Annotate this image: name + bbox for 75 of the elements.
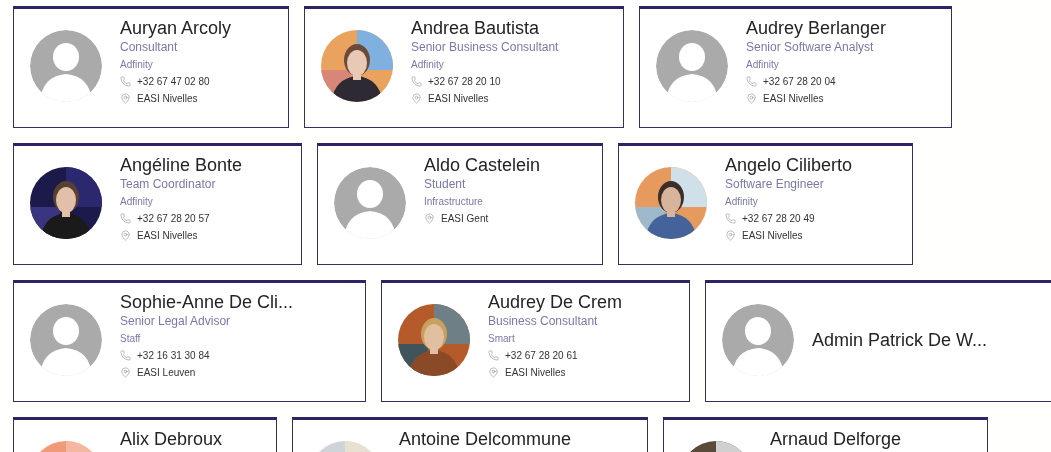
department: Adfinity xyxy=(411,58,445,72)
phone-icon xyxy=(120,350,131,361)
location-icon xyxy=(725,230,736,241)
location-icon xyxy=(120,93,131,104)
department: Adfinity xyxy=(725,195,759,209)
phone-number: +32 67 28 20 04 xyxy=(763,75,836,89)
avatar-placeholder-icon xyxy=(334,167,406,239)
job-title: Senior Legal Advisor xyxy=(120,313,232,330)
avatar-placeholder-icon xyxy=(656,30,728,102)
contact-name: Aldo Castelein xyxy=(424,154,541,176)
job-title: Business Consultant xyxy=(488,313,599,330)
contact-card[interactable]: Andrea Bautista Senior Business Consultant Adfinity +32 67 28 20 10 EASI Nivelles xyxy=(304,6,624,128)
location-icon xyxy=(488,367,499,378)
office-location: EASI Nivelles xyxy=(428,92,489,106)
phone-number: +32 67 28 20 10 xyxy=(428,75,501,89)
location-icon xyxy=(424,213,435,224)
contact-card[interactable]: Arnaud Delforge xyxy=(663,417,988,452)
phone-number: +32 67 28 20 61 xyxy=(505,349,578,363)
office-location: EASI Nivelles xyxy=(137,92,198,106)
office-location: EASI Nivelles xyxy=(137,229,198,243)
contact-name: Angéline Bonte xyxy=(120,154,243,176)
contact-name: Antoine Delcommune xyxy=(399,428,572,450)
phone-icon xyxy=(411,76,422,87)
department: Infrastructure xyxy=(424,195,484,209)
department: Staff xyxy=(120,332,142,346)
location-icon xyxy=(411,93,422,104)
contact-name: Audrey Berlanger xyxy=(746,17,887,39)
contact-card[interactable]: Sophie-Anne De Cli... Senior Legal Advisor Staff +32 16 31 30 84 EASI Leuven xyxy=(13,280,366,402)
location-icon xyxy=(120,230,131,241)
job-title: Student xyxy=(424,176,467,193)
contact-card[interactable]: Alix Debroux xyxy=(13,417,277,452)
job-title: Team Coordinator xyxy=(120,176,217,193)
office-location: EASI Gent xyxy=(441,212,489,226)
contact-card[interactable]: Admin Patrick De W... xyxy=(705,280,1051,402)
contact-name: Alix Debroux xyxy=(120,428,223,450)
avatar-placeholder-icon xyxy=(30,304,102,376)
phone-icon xyxy=(488,350,499,361)
contact-name: Arnaud Delforge xyxy=(770,428,902,450)
location-icon xyxy=(746,93,757,104)
office-location: EASI Nivelles xyxy=(505,366,566,380)
contact-card[interactable]: Antoine Delcommune xyxy=(292,417,648,452)
contact-card[interactable]: Aldo Castelein Student Infrastructure EASI Gent xyxy=(317,143,603,265)
phone-number: +32 67 47 02 80 xyxy=(137,75,210,89)
contact-card[interactable]: Audrey Berlanger Senior Software Analyst Adfinity +32 67 28 20 04 EASI Nivelles xyxy=(639,6,952,128)
phone-icon xyxy=(120,213,131,224)
avatar-placeholder-icon xyxy=(722,304,794,376)
office-location: EASI Leuven xyxy=(137,366,196,380)
contact-card[interactable]: Audrey De Crem Business Consultant Smart +32 67 28 20 61 EASI Nivelles xyxy=(381,280,690,402)
job-title: Senior Business Consultant xyxy=(411,39,559,56)
phone-icon xyxy=(725,213,736,224)
contact-name: Andrea Bautista xyxy=(411,17,541,39)
contact-name: Angelo Ciliberto xyxy=(725,154,853,176)
office-location: EASI Nivelles xyxy=(742,229,803,243)
contact-name: Auryan Arcoly xyxy=(120,17,232,39)
contact-name: Sophie-Anne De Cli... xyxy=(120,291,294,313)
contact-name: Audrey De Crem xyxy=(488,291,623,313)
phone-icon xyxy=(746,76,757,87)
contact-card[interactable]: Angelo Ciliberto Software Engineer Adfinity +32 67 28 20 49 EASI Nivelles xyxy=(618,143,913,265)
avatar-placeholder-icon xyxy=(30,30,102,102)
department: Adfinity xyxy=(120,195,154,209)
contact-name: Admin Patrick De W... xyxy=(812,329,988,351)
department: Adfinity xyxy=(120,58,154,72)
phone-number: +32 67 28 20 57 xyxy=(137,212,210,226)
contact-card[interactable]: Auryan Arcoly Consultant Adfinity +32 67 47 02 80 EASI Nivelles xyxy=(13,6,289,128)
contact-card[interactable]: Angéline Bonte Team Coordinator Adfinity +32 67 28 20 57 EASI Nivelles xyxy=(13,143,302,265)
phone-number: +32 16 31 30 84 xyxy=(137,349,210,363)
department: Smart xyxy=(488,332,516,346)
job-title: Software Engineer xyxy=(725,176,825,193)
job-title: Consultant xyxy=(120,39,179,56)
phone-icon xyxy=(120,76,131,87)
office-location: EASI Nivelles xyxy=(763,92,824,106)
job-title: Senior Software Analyst xyxy=(746,39,875,56)
location-icon xyxy=(120,367,131,378)
department: Adfinity xyxy=(746,58,780,72)
phone-number: +32 67 28 20 49 xyxy=(742,212,815,226)
